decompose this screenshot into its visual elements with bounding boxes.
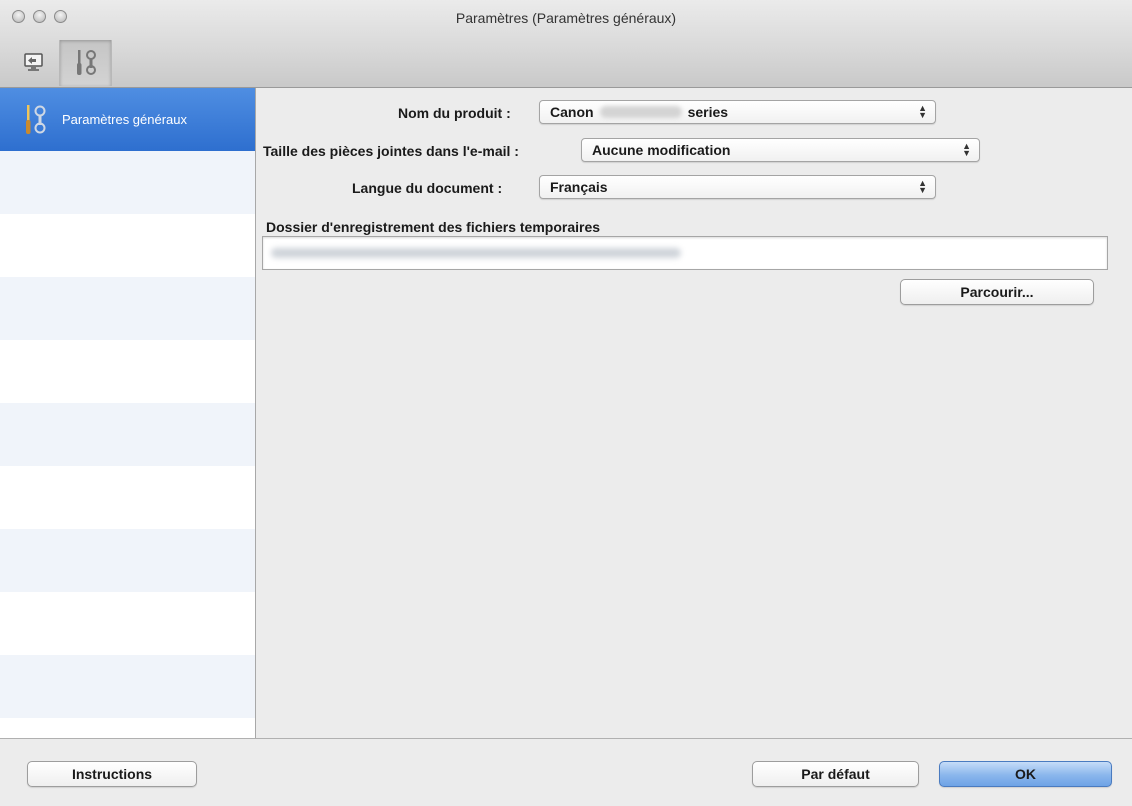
- scan-to-computer-icon: [23, 53, 43, 71]
- document-language-label: Langue du document :: [352, 180, 503, 196]
- sidebar-empty-row: [0, 592, 255, 655]
- sidebar-empty-row: [0, 529, 255, 592]
- temp-folder-path-field[interactable]: [262, 236, 1108, 270]
- sidebar-empty-row: [0, 466, 255, 529]
- attachment-size-select[interactable]: Aucune modification ▲ ▼: [581, 138, 980, 162]
- toolbar: [8, 40, 112, 86]
- sidebar-item-general-settings[interactable]: Paramètres généraux: [0, 88, 255, 151]
- popup-arrows-icon: ▲ ▼: [918, 178, 927, 195]
- dialog-footer: Instructions Par défaut OK: [0, 738, 1132, 806]
- product-name-suffix: series: [687, 104, 729, 120]
- browse-button[interactable]: Parcourir...: [900, 279, 1094, 305]
- sidebar-empty-row: [0, 277, 255, 340]
- document-language-select[interactable]: Français ▲ ▼: [539, 175, 936, 199]
- general-settings-tools-icon: [26, 104, 46, 134]
- toolbar-general-settings-tab[interactable]: [60, 40, 112, 86]
- toolbar-scan-from-computer-tab[interactable]: [8, 40, 60, 86]
- ok-button[interactable]: OK: [939, 761, 1112, 787]
- sidebar-empty-row: [0, 340, 255, 403]
- temp-folder-label: Dossier d'enregistrement des fichiers te…: [266, 219, 601, 235]
- document-language-value: Français: [550, 179, 608, 195]
- sidebar-empty-row: [0, 655, 255, 718]
- general-settings-tools-icon: [76, 50, 96, 75]
- settings-window: Paramètres (Paramètres généraux) Paramèt…: [0, 0, 1132, 806]
- temp-folder-path-redacted: [271, 248, 681, 258]
- attachment-size-value: Aucune modification: [592, 142, 731, 158]
- instructions-button[interactable]: Instructions: [27, 761, 197, 787]
- popup-arrows-icon: ▲ ▼: [918, 103, 927, 120]
- sidebar-empty-row: [0, 151, 255, 214]
- product-model-redacted: [599, 106, 682, 118]
- title-bar: Paramètres (Paramètres généraux): [0, 0, 1132, 88]
- window-title: Paramètres (Paramètres généraux): [455, 10, 677, 26]
- sidebar-empty-row: [0, 403, 255, 466]
- sidebar-empty-row: [0, 718, 255, 738]
- product-name-select[interactable]: Canon series ▲ ▼: [539, 100, 936, 124]
- product-name-prefix: Canon: [550, 104, 594, 120]
- attachment-size-label: Taille des pièces jointes dans l'e-mail …: [263, 143, 519, 159]
- sidebar-item-label: Paramètres généraux: [62, 112, 188, 127]
- settings-sidebar: Paramètres généraux: [0, 88, 256, 738]
- defaults-button[interactable]: Par défaut: [752, 761, 919, 787]
- sidebar-empty-row: [0, 214, 255, 277]
- settings-content: Nom du produit : Canon series ▲ ▼ Taille …: [257, 88, 1132, 738]
- product-name-label: Nom du produit :: [398, 105, 511, 121]
- popup-arrows-icon: ▲ ▼: [962, 141, 971, 158]
